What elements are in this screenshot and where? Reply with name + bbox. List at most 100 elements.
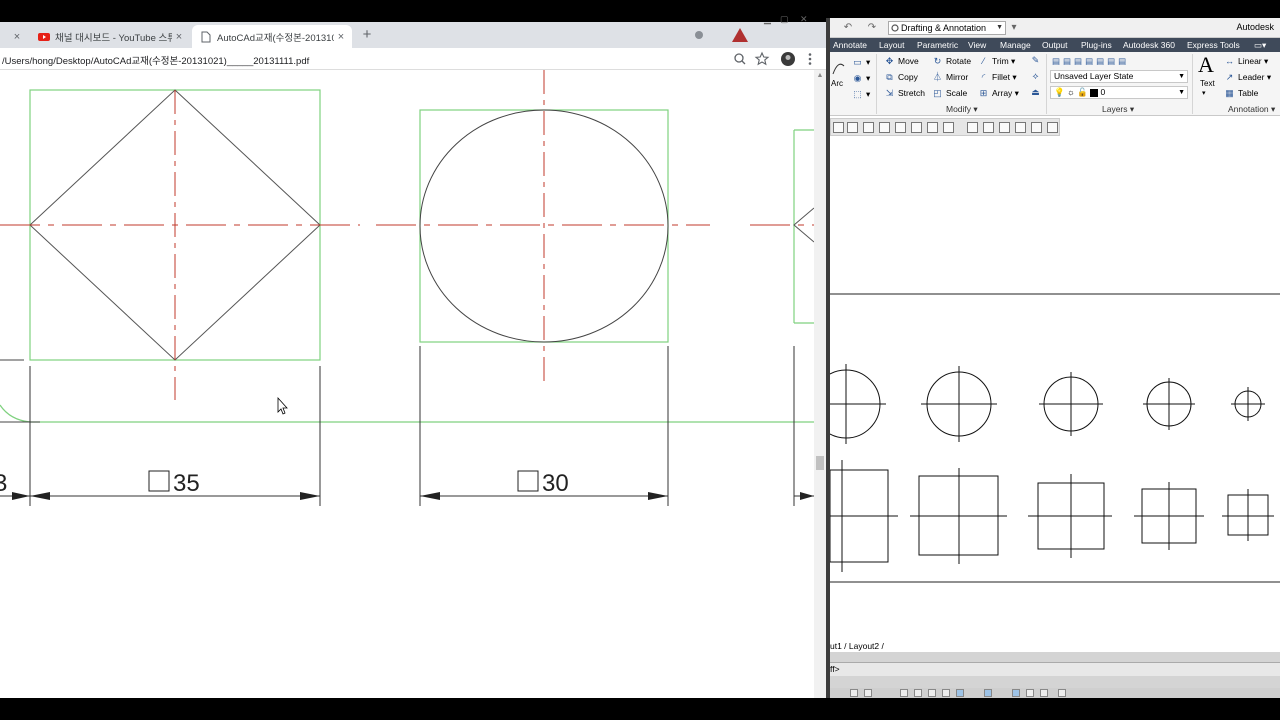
scale-icon: ◰ xyxy=(933,87,942,98)
dim-tool-button[interactable] xyxy=(879,122,890,133)
tab-youtube-studio[interactable]: 채널 대시보드 - YouTube 스튜디 × xyxy=(30,25,190,48)
chevron-down-icon[interactable]: ▾ xyxy=(1202,88,1206,100)
chevron-down-icon: ▼ xyxy=(1178,73,1185,80)
dim-tool-button[interactable] xyxy=(983,122,994,133)
pdf-scrollbar[interactable]: ▲ xyxy=(814,70,826,698)
tab-output[interactable]: Output xyxy=(1042,39,1068,51)
tab-layout[interactable]: Layout xyxy=(879,39,905,51)
modify-panel-label[interactable]: Modify ▾ xyxy=(946,104,978,115)
layers-panel-label[interactable]: Layers ▾ xyxy=(1102,104,1134,115)
dim-tool-button[interactable] xyxy=(833,122,844,133)
hatch-tool[interactable]: ⬚ ▾ xyxy=(852,88,870,100)
scroll-up-icon[interactable]: ▲ xyxy=(816,72,824,80)
dim-tool-button[interactable] xyxy=(1015,122,1026,133)
status-toggle[interactable] xyxy=(914,689,922,697)
dim-tool-button[interactable] xyxy=(999,122,1010,133)
tab-previous-partial[interactable]: × xyxy=(0,25,28,48)
menu-dots-icon[interactable] xyxy=(802,51,818,67)
arrowhead xyxy=(648,492,668,500)
status-toggle[interactable] xyxy=(900,689,908,697)
command-line[interactable]: ff> xyxy=(830,662,1280,676)
maximize-icon[interactable]: ▢ xyxy=(780,14,789,25)
tab-express-tools[interactable]: Express Tools xyxy=(1187,39,1240,51)
status-toggle[interactable] xyxy=(864,689,872,697)
bookmark-star-icon[interactable] xyxy=(754,51,770,67)
scale-tool[interactable]: ◰ Scale xyxy=(932,87,967,99)
tab-annotate[interactable]: Annotate xyxy=(833,39,867,51)
command-area: ff> xyxy=(830,652,1280,688)
trim-tool[interactable]: ⁄ Trim ▾ xyxy=(978,55,1016,67)
ellipse-tool[interactable]: ◉ ▾ xyxy=(852,72,871,84)
stretch-tool[interactable]: ⇲ Stretch xyxy=(884,87,925,99)
status-toggle[interactable] xyxy=(956,689,964,697)
qat-dropdown-icon[interactable]: ▾ xyxy=(1008,22,1020,34)
url-text[interactable]: /Users/hong/Desktop/AutoCAd교재(수정본-201310… xyxy=(2,53,309,67)
status-toggle[interactable] xyxy=(1040,689,1048,697)
status-toggle[interactable] xyxy=(984,689,992,697)
dim-tool-button[interactable] xyxy=(911,122,922,133)
status-toggle[interactable] xyxy=(928,689,936,697)
rotate-tool[interactable]: ↻ Rotate xyxy=(932,55,971,67)
close-icon[interactable]: ✕ xyxy=(800,14,808,25)
dim-tool-button[interactable] xyxy=(1031,122,1042,133)
tab-parametric[interactable]: Parametric xyxy=(917,39,958,51)
layout-tabs[interactable]: ut1 / Layout2 / xyxy=(830,640,1280,652)
dim-tool-button[interactable] xyxy=(847,122,858,133)
copy-tool[interactable]: ⧉ Copy xyxy=(884,71,918,83)
partial-arc xyxy=(0,404,31,423)
profile-icon[interactable] xyxy=(780,51,796,67)
new-tab-button[interactable]: + xyxy=(359,27,375,43)
status-toggle[interactable] xyxy=(850,689,858,697)
dim-tool-button[interactable] xyxy=(1047,122,1058,133)
redo-icon[interactable]: ↷ xyxy=(866,22,878,34)
undo-icon[interactable]: ↶ xyxy=(842,22,854,34)
current-layer-name: 0 xyxy=(1100,87,1106,97)
explode-tool[interactable]: ⟡ xyxy=(1030,71,1044,82)
table-tool[interactable]: ▦ Table xyxy=(1224,87,1258,99)
tab-autodesk-360[interactable]: Autodesk 360 xyxy=(1123,39,1175,51)
arc-tool[interactable] xyxy=(831,58,845,78)
erase-tool[interactable]: ✎ xyxy=(1030,55,1044,66)
document-icon xyxy=(201,31,211,42)
current-layer-dropdown[interactable]: 💡 ☼ 🔓 0 ▼ xyxy=(1050,86,1188,99)
leader-tool[interactable]: ↗ Leader ▾ xyxy=(1224,71,1271,83)
minimize-icon[interactable]: ▁ xyxy=(764,14,771,25)
tab-close-icon[interactable]: × xyxy=(172,31,186,43)
text-icon[interactable]: A xyxy=(1198,54,1214,76)
linear-dim-tool[interactable]: ↔ Linear ▾ xyxy=(1224,55,1268,67)
annotation-panel-label[interactable]: Annotation ▾ xyxy=(1228,104,1275,115)
drawing-canvas[interactable] xyxy=(830,138,1280,644)
dim-tool-button[interactable] xyxy=(895,122,906,133)
status-toggle[interactable] xyxy=(1058,689,1066,697)
tab-autocad-pdf[interactable]: AutoCAd교재(수정본-20131021 × xyxy=(192,25,352,48)
desktop-screen: × 채널 대시보드 - YouTube 스튜디 × AutoCAd교재(수정본-… xyxy=(0,0,1280,720)
zoom-icon[interactable] xyxy=(732,51,748,67)
dim-tool-button[interactable] xyxy=(863,122,874,133)
ribbon-toggle-icon[interactable]: ▭▾ xyxy=(1254,39,1266,51)
dim-tool-button[interactable] xyxy=(927,122,938,133)
offset-tool[interactable]: ⏏ xyxy=(1030,87,1044,98)
scrollbar-thumb[interactable] xyxy=(816,456,824,470)
pdf-viewer[interactable]: 35 30 3 xyxy=(0,70,815,698)
status-toggle[interactable] xyxy=(1026,689,1034,697)
dim-tool-button[interactable] xyxy=(967,122,978,133)
status-toggle[interactable] xyxy=(942,689,950,697)
layer-tool-icons[interactable]: ▤▤▤▤▤▤▤ xyxy=(1052,55,1129,67)
tab-view[interactable]: View xyxy=(968,39,986,51)
rectangle-tool[interactable]: ▭ ▾ xyxy=(852,56,870,68)
move-tool[interactable]: ✥ Move xyxy=(884,55,919,67)
tab-manage[interactable]: Manage xyxy=(1000,39,1031,51)
status-toggle[interactable] xyxy=(1012,689,1020,697)
dim-tool-button[interactable] xyxy=(943,122,954,133)
fillet-tool[interactable]: ◜ Fillet ▾ xyxy=(978,71,1017,83)
mirror-tool[interactable]: ⏃ Mirror xyxy=(932,71,968,83)
chevron-down-icon: ▼ xyxy=(1178,89,1185,96)
layer-state-dropdown[interactable]: Unsaved Layer State ▼ xyxy=(1050,70,1188,83)
tab-close-icon[interactable]: × xyxy=(10,31,24,43)
workspace-dropdown[interactable]: Drafting & Annotation ▼ xyxy=(888,21,1006,35)
array-tool[interactable]: ⊞ Array ▾ xyxy=(978,87,1019,99)
tab-plugins[interactable]: Plug-ins xyxy=(1081,39,1112,51)
rectangle-icon: ▭ xyxy=(853,56,862,67)
tab-close-icon[interactable]: × xyxy=(334,31,348,43)
tab-search-icon[interactable] xyxy=(692,28,706,42)
